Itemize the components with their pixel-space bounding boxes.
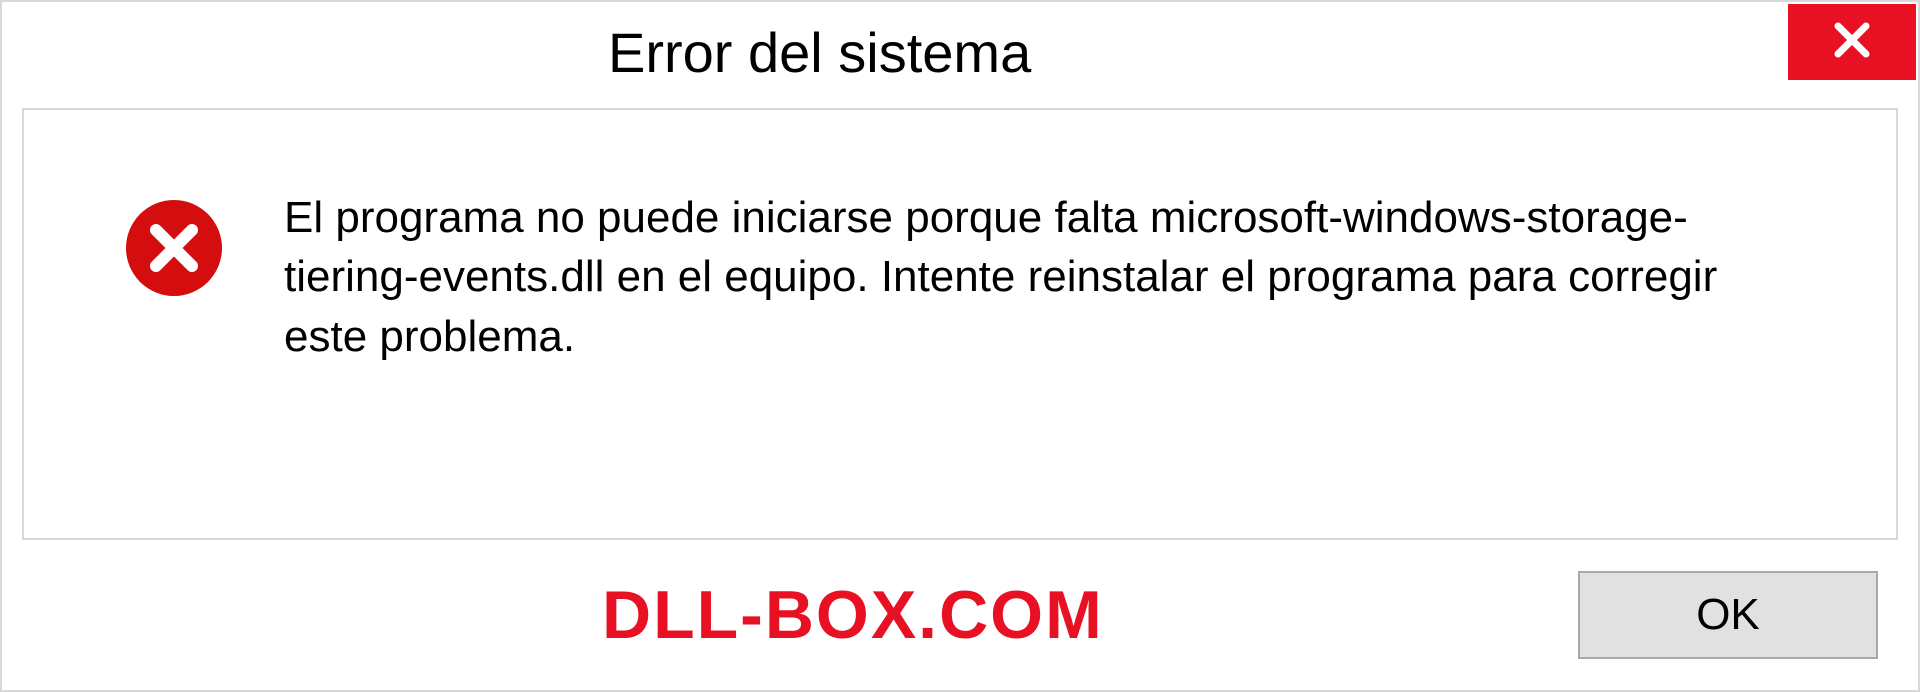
titlebar: Error del sistema: [2, 2, 1918, 94]
close-button[interactable]: [1788, 4, 1916, 80]
error-dialog: Error del sistema El programa no puede i…: [0, 0, 1920, 692]
content-area: El programa no puede iniciarse porque fa…: [22, 108, 1898, 540]
close-icon: [1828, 16, 1876, 69]
ok-button[interactable]: OK: [1578, 571, 1878, 659]
watermark-text: DLL-BOX.COM: [2, 576, 1104, 654]
error-message: El programa no puede iniciarse porque fa…: [284, 188, 1836, 366]
error-icon: [124, 198, 224, 298]
dialog-footer: DLL-BOX.COM OK: [2, 540, 1918, 690]
dialog-title: Error del sistema: [2, 2, 1031, 85]
